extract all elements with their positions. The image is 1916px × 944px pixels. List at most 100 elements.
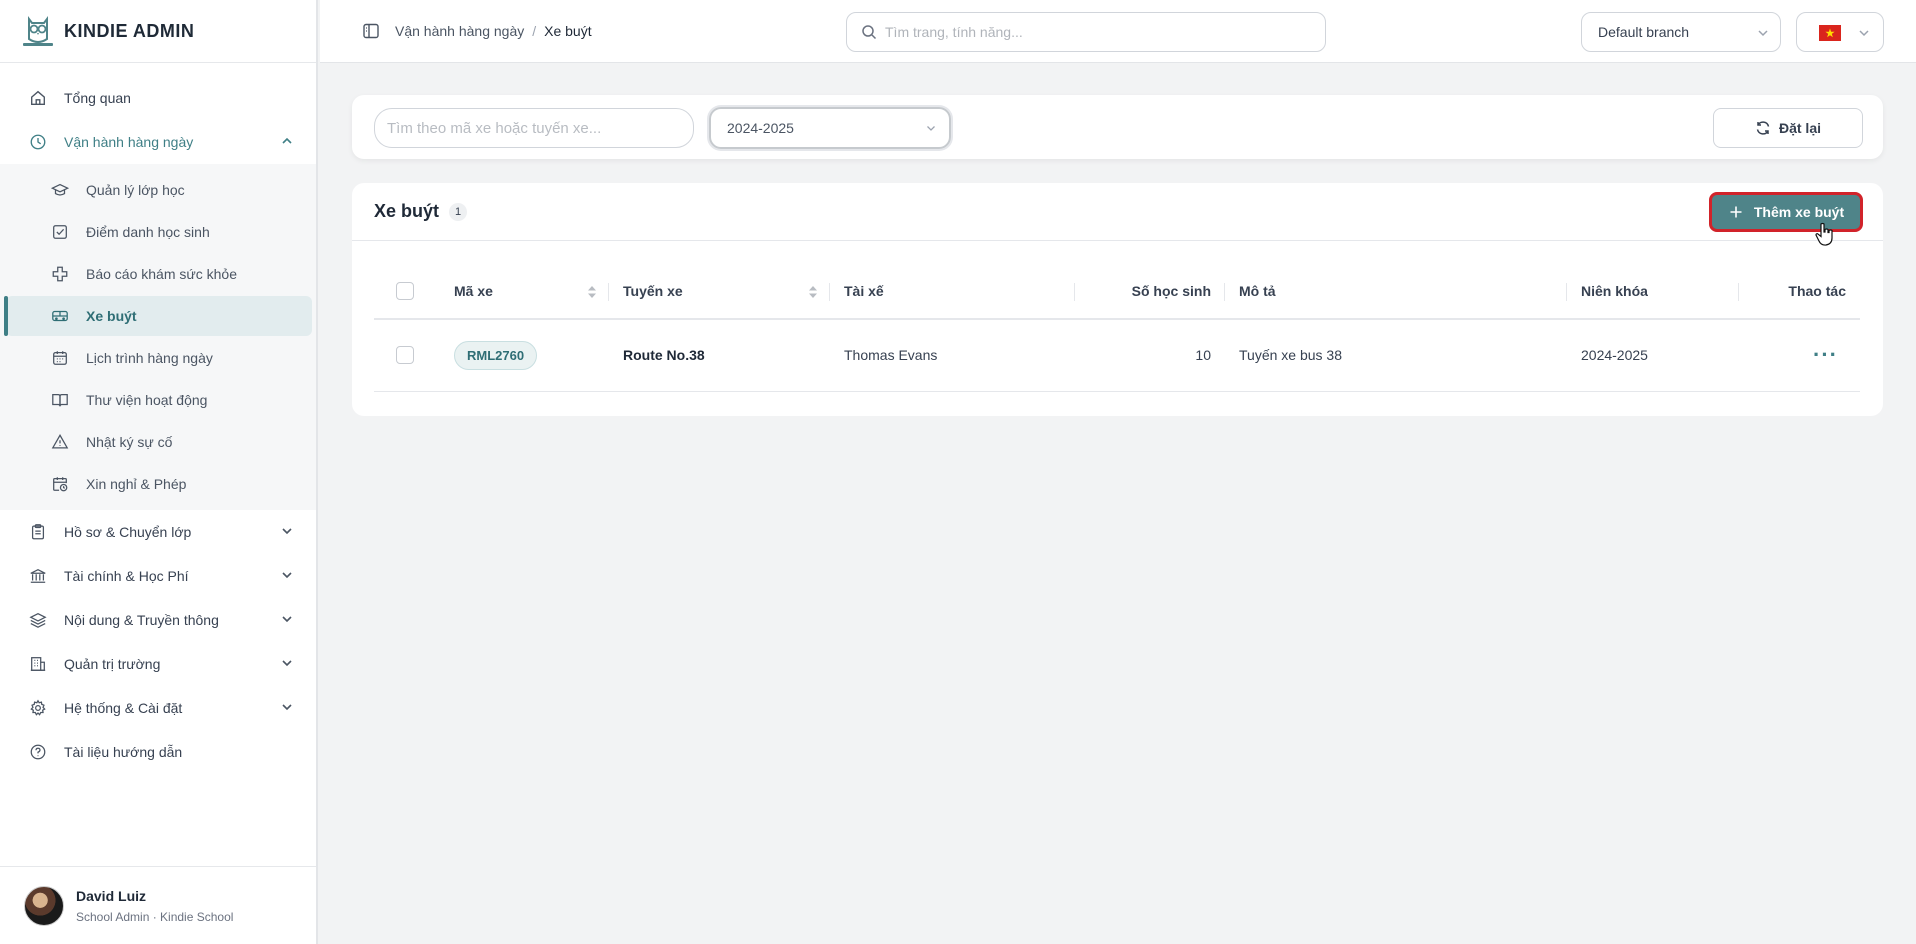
hand-pointer-icon xyxy=(1815,222,1833,246)
clipboard-icon xyxy=(28,522,48,542)
sidebar-subitem-label: Quản lý lớp học xyxy=(86,182,185,198)
branch-select[interactable]: Default branch xyxy=(1581,12,1781,52)
page-title: Xe buýt xyxy=(374,201,440,221)
sidebar-item-daily-operations[interactable]: Vận hành hàng ngày xyxy=(0,120,316,164)
sidebar-nav: Tổng quan Vận hành hàng ngày Quản lý lớp… xyxy=(0,63,316,774)
sidebar-item-leave-requests[interactable]: Xin nghỉ & Phép xyxy=(6,464,312,504)
sidebar-item-label: Tài liệu hướng dẫn xyxy=(64,744,183,760)
sidebar-item-activity-library[interactable]: Thư viện hoạt động xyxy=(6,380,312,420)
school-year-select[interactable]: 2024-2025 xyxy=(709,107,951,149)
breadcrumb-item-daily-operations[interactable]: Vận hành hàng ngày xyxy=(395,23,524,39)
column-header-route[interactable]: Tuyến xe xyxy=(609,263,830,320)
bus-code-tag: RML2760 xyxy=(454,340,538,370)
global-search-input[interactable] xyxy=(885,24,1305,40)
global-search[interactable] xyxy=(846,12,1326,52)
bus-icon xyxy=(50,306,70,326)
sidebar-subitem-label: Lịch trình hàng ngày xyxy=(86,350,213,366)
row-checkbox[interactable] xyxy=(396,346,414,365)
sidebar-toggle-icon[interactable] xyxy=(362,22,380,40)
add-bus-button-label: Thêm xe buýt xyxy=(1753,204,1845,220)
add-bus-button[interactable]: Thêm xe buýt xyxy=(1709,192,1863,232)
sidebar-subitem-label: Thư viện hoạt động xyxy=(86,392,208,408)
sidebar-item-label: Quản trị trường xyxy=(64,656,161,672)
help-icon xyxy=(28,742,48,762)
row-select-cell xyxy=(374,319,440,392)
sidebar-item-finance[interactable]: Tài chính & Học Phí xyxy=(0,554,316,598)
sidebar-item-attendance[interactable]: Điểm danh học sinh xyxy=(6,212,312,252)
driver-cell: Thomas Evans xyxy=(830,319,1075,392)
sidebar-item-label: Hồ sơ & Chuyển lớp xyxy=(64,524,192,540)
book-icon xyxy=(50,390,70,410)
sidebar-item-system-settings[interactable]: Hệ thống & Cài đặt xyxy=(0,686,316,730)
column-header-actions: Thao tác xyxy=(1739,263,1860,320)
home-icon xyxy=(28,88,48,108)
owl-logo-icon xyxy=(23,16,53,46)
sidebar-item-label: Vận hành hàng ngày xyxy=(64,134,194,150)
more-actions-icon[interactable]: ··· xyxy=(1813,342,1838,367)
select-all-checkbox[interactable] xyxy=(396,281,414,300)
chevron-down-icon xyxy=(282,572,292,579)
clock-icon xyxy=(28,132,48,152)
reset-button-label: Đặt lại xyxy=(1778,120,1821,136)
bus-list-card: Xe buýt 1 Thêm xe buýt Mã xe Tuyến xe Tà… xyxy=(352,183,1883,416)
sidebar-item-overview[interactable]: Tổng quan xyxy=(0,76,316,120)
school-year-value: 2024-2025 xyxy=(727,120,794,136)
breadcrumb-separator: / xyxy=(532,23,537,39)
sidebar-item-school-admin[interactable]: Quản trị trường xyxy=(0,642,316,686)
brand[interactable]: KINDIE ADMIN xyxy=(0,0,316,63)
bus-table: Mã xe Tuyến xe Tài xế Số học sinh Mô tả … xyxy=(374,263,1860,392)
sidebar-item-daily-schedule[interactable]: Lịch trình hàng ngày xyxy=(6,338,312,378)
graduation-cap-icon xyxy=(50,180,70,200)
sidebar-item-content-media[interactable]: Nội dung & Truyền thông xyxy=(0,598,316,642)
vietnam-flag-icon xyxy=(1819,25,1841,41)
column-header-driver: Tài xế xyxy=(830,263,1075,320)
chevron-down-icon xyxy=(282,616,292,623)
topbar: Vận hành hàng ngày / Xe buýt Default bra… xyxy=(320,0,1916,63)
sidebar-subitem-label: Nhật ký sự cố xyxy=(86,434,173,450)
column-header-students: Số học sinh xyxy=(1075,263,1225,320)
description-cell: Tuyến xe bus 38 xyxy=(1225,319,1567,392)
user-role: School Admin · Kindie School xyxy=(76,909,234,924)
sidebar-item-documentation[interactable]: Tài liệu hướng dẫn xyxy=(0,730,316,774)
chevron-up-icon xyxy=(282,137,292,144)
sort-icon[interactable] xyxy=(808,285,818,299)
chevron-down-icon xyxy=(927,126,935,131)
language-select[interactable] xyxy=(1796,12,1884,52)
calendar-clock-icon xyxy=(50,474,70,494)
column-header-label: Tài xế xyxy=(844,282,884,299)
sidebar-item-bus[interactable]: Xe buýt xyxy=(4,296,312,336)
layers-icon xyxy=(28,610,48,630)
sidebar-item-records-transfer[interactable]: Hồ sơ & Chuyển lớp xyxy=(0,510,316,554)
route-cell: Route No.38 xyxy=(609,319,830,392)
sidebar-item-label: Tổng quan xyxy=(64,90,131,106)
chevron-down-icon xyxy=(1758,30,1768,37)
actions-cell: ··· xyxy=(1739,319,1860,392)
column-header-label: Tuyến xe xyxy=(623,282,683,299)
sort-icon[interactable] xyxy=(587,285,597,299)
bus-search-input[interactable] xyxy=(387,119,677,137)
building-icon xyxy=(28,654,48,674)
refresh-icon xyxy=(1756,121,1770,135)
branch-select-value: Default branch xyxy=(1598,24,1690,40)
user-profile[interactable]: David Luiz School Admin · Kindie School xyxy=(0,866,316,944)
sidebar-item-incident-log[interactable]: Nhật ký sự cố xyxy=(6,422,312,462)
sidebar-item-class-management[interactable]: Quản lý lớp học xyxy=(6,170,312,210)
user-name: David Luiz xyxy=(76,887,147,904)
bus-list-header: Xe buýt 1 xyxy=(352,183,1883,241)
sidebar-subitem-label: Xin nghỉ & Phép xyxy=(86,476,187,492)
bus-search[interactable] xyxy=(374,108,694,148)
sidebar-subitem-label: Xe buýt xyxy=(86,308,137,324)
calendar-icon xyxy=(50,348,70,368)
chevron-down-icon xyxy=(1859,30,1869,37)
table-row[interactable]: RML2760 Route No.38 Thomas Evans 10 Tuyế… xyxy=(374,319,1860,392)
gear-icon xyxy=(28,698,48,718)
column-header-label: Số học sinh xyxy=(1131,282,1211,299)
reset-button[interactable]: Đặt lại xyxy=(1713,108,1863,148)
sidebar-subitem-label: Báo cáo khám sức khỏe xyxy=(86,266,238,282)
daily-operations-submenu: Quản lý lớp học Điểm danh học sinh Báo c… xyxy=(0,164,316,510)
table-header-row: Mã xe Tuyến xe Tài xế Số học sinh Mô tả … xyxy=(374,263,1860,320)
chevron-down-icon xyxy=(282,528,292,535)
column-header-label: Mô tả xyxy=(1239,282,1276,299)
column-header-code[interactable]: Mã xe xyxy=(440,263,609,320)
sidebar-item-health-report[interactable]: Báo cáo khám sức khỏe xyxy=(6,254,312,294)
